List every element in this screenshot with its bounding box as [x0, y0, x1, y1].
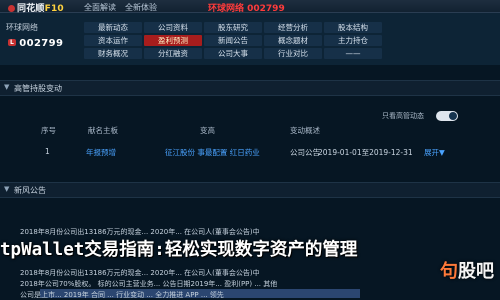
- news-line: 2018年8月份公司出13186万元的现金... 2020年... 在公司人(董…: [20, 269, 260, 277]
- f10-tab[interactable]: 新闻公告: [204, 35, 262, 46]
- site-logo: 句股吧: [440, 261, 494, 282]
- column-header: 献名主板: [88, 126, 118, 135]
- toggle-knob: [449, 112, 457, 120]
- event-name-link[interactable]: 年报预增: [86, 147, 116, 158]
- f10-tab[interactable]: 经营分析: [264, 22, 322, 33]
- menu-item[interactable]: 全新体验: [125, 2, 157, 13]
- date-range: 2019-01-01至2019-12-31: [318, 148, 413, 157]
- collapse-icon[interactable]: ▼: [4, 185, 9, 193]
- related-stocks-link[interactable]: 征江股份 事最配置 红日药业: [165, 147, 260, 158]
- news-line: 2018年公司70%股权。 标的公司主营业务... 公告日期2019年... 盈…: [20, 280, 278, 288]
- column-header: 变高: [200, 126, 215, 135]
- f10-tab[interactable]: 资本运作: [84, 35, 142, 46]
- article-title-overlay: tpWallet交易指南:轻松实现数字资产的管理: [0, 240, 358, 260]
- f10-tab[interactable]: 概念题材: [264, 35, 322, 46]
- collapse-icon[interactable]: ▼: [4, 83, 9, 91]
- stock-tag-icon: L: [8, 39, 17, 46]
- news-line: 公司是上市... 2019年 合同 ... 行业变动 ... 全力推进 APP …: [20, 291, 224, 299]
- expand-button[interactable]: 展开▼: [424, 147, 445, 158]
- filter-toggle[interactable]: [436, 111, 458, 121]
- f10-tab[interactable]: 财务概况: [84, 48, 142, 59]
- section-title: 新风公告: [14, 186, 46, 195]
- f10-tab-grid: 最新动态 公司资料 股东研究 经营分析 股本结构资本运作 盈利预测 新闻公告 概念题材 主力持仓…: [84, 22, 382, 59]
- top-menu: 全面解读 全新体验: [84, 2, 157, 13]
- date-label: 公司公告: [290, 148, 320, 157]
- f10-tab[interactable]: 分红融资: [144, 48, 202, 59]
- toggle-label: 只看高管动态: [382, 112, 424, 120]
- stock-code: L 002799: [8, 38, 64, 49]
- menu-item[interactable]: 全面解读: [84, 2, 116, 13]
- row-index: 1: [45, 147, 50, 156]
- f10-tab[interactable]: ——: [324, 48, 382, 59]
- f10-tab[interactable]: 盈利预测: [144, 35, 202, 46]
- section-header-news[interactable]: ▼ 新风公告: [0, 182, 500, 198]
- column-header: 变动概述: [290, 126, 320, 135]
- f10-tab[interactable]: 公司大事: [204, 48, 262, 59]
- stock-name-label: 环球网络: [6, 23, 38, 32]
- title-bar: 同花顺F10 全面解读 全新体验 环球网络 002799: [0, 0, 500, 14]
- brand-logo-icon: [8, 5, 15, 12]
- column-header: 序号: [41, 126, 56, 135]
- f10-tab[interactable]: 股本结构: [324, 22, 382, 33]
- f10-tab[interactable]: 主力持仓: [324, 35, 382, 46]
- f10-tab[interactable]: 最新动态: [84, 22, 142, 33]
- section-header-events[interactable]: ▼ 高管持股变动: [0, 80, 500, 96]
- f10-tab[interactable]: 股东研究: [204, 22, 262, 33]
- section-title: 高管持股变动: [14, 84, 62, 93]
- f10-tab[interactable]: 公司资料: [144, 22, 202, 33]
- f10-tab[interactable]: 行业对比: [264, 48, 322, 59]
